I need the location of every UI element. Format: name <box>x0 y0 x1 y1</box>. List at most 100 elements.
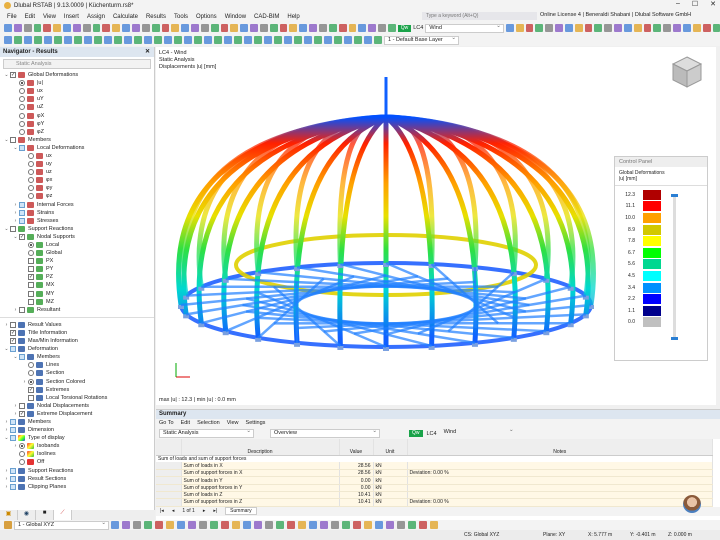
checkbox[interactable] <box>28 266 34 273</box>
toolbar-tool-icon[interactable] <box>594 24 603 32</box>
expand-icon[interactable]: › <box>3 427 10 433</box>
tree-item[interactable]: MY <box>0 290 154 298</box>
menu-insert[interactable]: Insert <box>60 14 83 20</box>
toolbar-tool-icon[interactable] <box>234 36 242 44</box>
expand-icon[interactable]: › <box>3 322 10 328</box>
toolbar-tool-icon[interactable] <box>633 24 642 32</box>
toolbar-tool-icon[interactable] <box>54 36 62 44</box>
toolbar-tool-icon[interactable] <box>210 24 219 32</box>
toolbar-tool-icon[interactable] <box>112 24 121 32</box>
last-page-button[interactable]: ▸| <box>213 508 217 514</box>
radio-button[interactable] <box>28 152 34 159</box>
toolbar-tool-icon[interactable] <box>53 24 62 32</box>
toolbar-tool-icon[interactable] <box>564 24 573 32</box>
close-button[interactable]: ✕ <box>710 0 716 8</box>
toolbar-tool-icon[interactable] <box>124 36 132 44</box>
expand-icon[interactable]: › <box>3 484 10 490</box>
toolbar-tool-icon[interactable] <box>692 24 701 32</box>
close-icon[interactable]: ✕ <box>145 47 150 57</box>
toolbar-tool-icon[interactable] <box>294 36 302 44</box>
toolbar-tool-icon[interactable] <box>344 36 352 44</box>
toolbar-tool-icon[interactable] <box>397 521 405 529</box>
toolbar-tool-icon[interactable] <box>298 521 306 529</box>
toolbar-tool-icon[interactable] <box>210 521 218 529</box>
toolbar-tool-icon[interactable] <box>265 521 273 529</box>
expand-icon[interactable]: › <box>3 468 10 474</box>
toolbar-tool-icon[interactable] <box>342 521 350 529</box>
toolbar-tool-icon[interactable] <box>13 24 22 32</box>
checkbox[interactable] <box>19 354 25 361</box>
menu-help[interactable]: Help <box>283 14 303 20</box>
toolbar-tool-icon[interactable] <box>387 24 396 32</box>
toolbar-tool-icon[interactable] <box>63 24 71 32</box>
tree-item[interactable]: |u| <box>0 79 154 87</box>
load-case-select[interactable]: Wind <box>425 23 504 33</box>
toolbar-tool-icon[interactable] <box>102 24 111 32</box>
tree-item[interactable]: ✓ Extremes <box>0 386 154 394</box>
tree-item[interactable]: › Result Sections <box>0 475 154 483</box>
toolbar-tool-icon[interactable] <box>279 24 288 32</box>
toolbar-tool-icon[interactable] <box>122 24 130 32</box>
radio-button[interactable] <box>28 177 34 184</box>
toolbar-tool-icon[interactable] <box>43 24 52 32</box>
checkbox[interactable] <box>10 427 16 434</box>
tree-item[interactable]: ✓ PZ <box>0 273 154 281</box>
tree-item[interactable]: φy <box>0 184 154 192</box>
table-row[interactable]: Sum of support forces in X 28.56 kN Deviati… <box>156 469 713 478</box>
radio-button[interactable] <box>19 451 25 458</box>
layer-select[interactable]: 1 - Default Base Layer <box>384 35 459 45</box>
checkbox[interactable]: ✓ <box>28 274 34 281</box>
tree-item[interactable]: › Dimension <box>0 426 154 434</box>
checkbox[interactable] <box>10 467 16 474</box>
tree-item[interactable]: uy <box>0 160 154 168</box>
prev-page-button[interactable]: ◂ <box>172 508 175 514</box>
toolbar-tool-icon[interactable] <box>274 36 282 44</box>
tree-item[interactable]: › Result Values <box>0 321 154 329</box>
expand-icon[interactable]: › <box>12 307 19 313</box>
toolbar-tool-icon[interactable] <box>375 521 383 529</box>
toolbar-tool-icon[interactable] <box>515 24 524 32</box>
toolbar-tool-icon[interactable] <box>220 24 229 32</box>
radio-button[interactable] <box>28 193 34 200</box>
tree-item[interactable]: φX <box>0 111 154 119</box>
expand-icon[interactable]: › <box>12 210 19 216</box>
checkbox[interactable] <box>19 306 25 313</box>
tree-item[interactable]: Section <box>0 369 154 377</box>
toolbar-tool-icon[interactable] <box>331 521 339 529</box>
tree-item[interactable]: ⌄ Deformation <box>0 345 154 353</box>
toolbar-tool-icon[interactable] <box>408 521 416 529</box>
checkbox[interactable]: ✓ <box>10 329 16 336</box>
collapse-icon[interactable]: ⌄ <box>12 234 19 240</box>
tree-item[interactable]: Global <box>0 249 154 257</box>
radio-button[interactable] <box>28 370 34 377</box>
menu-edit[interactable]: Edit <box>21 14 39 20</box>
expand-icon[interactable]: › <box>21 379 28 385</box>
radio-button[interactable] <box>19 88 25 95</box>
toolbar-tool-icon[interactable] <box>614 24 622 32</box>
radio-button[interactable] <box>28 169 34 176</box>
toolbar-tool-icon[interactable] <box>643 24 652 32</box>
collapse-icon[interactable]: ⌄ <box>12 145 19 151</box>
toolbar-tool-icon[interactable] <box>191 24 199 32</box>
toolbar-tool-icon[interactable] <box>525 24 534 32</box>
toolbar-tool-icon[interactable] <box>171 24 180 32</box>
tree-item[interactable]: φY <box>0 120 154 128</box>
collapse-icon[interactable]: ⌄ <box>12 354 19 360</box>
tree-item[interactable]: › Clipping Planes <box>0 483 154 491</box>
toolbar-tool-icon[interactable] <box>184 36 192 44</box>
toolbar-tool-icon[interactable] <box>353 521 361 529</box>
toolbar-tool-icon[interactable] <box>284 36 292 44</box>
toolbar-tool-icon[interactable] <box>204 36 212 44</box>
tree-item[interactable]: ⌄ Members <box>0 136 154 144</box>
toolbar-tool-icon[interactable] <box>653 24 662 32</box>
maximize-button[interactable]: ☐ <box>692 0 698 8</box>
toolbar-tool-icon[interactable] <box>319 24 327 32</box>
tree-item[interactable]: φZ <box>0 128 154 136</box>
collapse-icon[interactable]: ⌄ <box>3 137 10 143</box>
toolbar-tool-icon[interactable] <box>264 36 272 44</box>
toolbar-tool-icon[interactable] <box>374 36 382 44</box>
menu-window[interactable]: Window <box>221 14 250 20</box>
summary-menu-settings[interactable]: Settings <box>246 419 266 428</box>
checkbox[interactable] <box>10 435 16 442</box>
table-row[interactable]: Sum of loads in Z 10.41 kN <box>156 491 713 500</box>
